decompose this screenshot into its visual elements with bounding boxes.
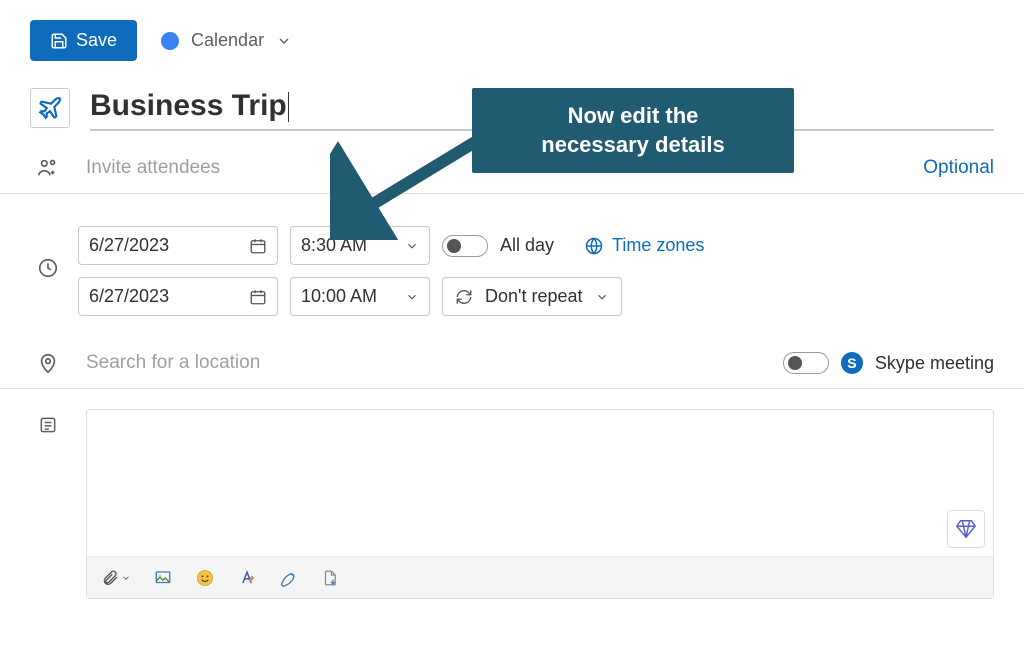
repeat-icon — [455, 288, 473, 306]
toggle-knob — [447, 239, 461, 253]
tutorial-callout: Now edit the necessary details — [472, 88, 794, 173]
skype-section: S Skype meeting — [783, 352, 994, 374]
datetime-section: 6/27/2023 8:30 AM All day Time zones 6/2… — [0, 212, 1024, 324]
chevron-down-icon — [595, 290, 609, 304]
start-date-input[interactable]: 6/27/2023 — [78, 226, 278, 265]
calendar-icon — [249, 237, 267, 255]
start-datetime-line: 6/27/2023 8:30 AM All day Time zones — [78, 226, 994, 265]
airplane-icon — [37, 95, 63, 121]
draw-button[interactable] — [279, 568, 299, 588]
paperclip-icon — [101, 569, 119, 587]
save-button[interactable]: Save — [30, 20, 137, 61]
toggle-knob — [788, 356, 802, 370]
event-title-text: Business Trip — [90, 89, 287, 122]
calendar-color-dot — [161, 32, 179, 50]
event-type-icon-button[interactable] — [30, 88, 70, 128]
font-color-button[interactable] — [237, 568, 257, 588]
end-time-value: 10:00 AM — [301, 286, 391, 307]
image-icon — [153, 569, 173, 587]
optional-button[interactable]: Optional — [923, 157, 994, 179]
calendar-picker[interactable]: Calendar — [161, 30, 292, 51]
clock-icon — [30, 257, 66, 279]
chevron-down-icon — [276, 33, 292, 49]
time-zones-button[interactable]: Time zones — [584, 235, 704, 256]
repeat-label: Don't repeat — [485, 286, 583, 307]
pen-icon — [279, 568, 299, 588]
globe-icon — [584, 236, 604, 256]
end-datetime-line: 6/27/2023 10:00 AM Don't repeat — [78, 277, 994, 316]
location-input[interactable]: Search for a location — [86, 352, 783, 374]
description-icon — [30, 409, 66, 435]
callout-line2: necessary details — [492, 131, 774, 160]
all-day-label: All day — [500, 235, 554, 256]
time-zones-label: Time zones — [612, 235, 704, 256]
skype-label: Skype meeting — [875, 353, 994, 374]
emoji-button[interactable] — [195, 568, 215, 588]
image-button[interactable] — [153, 569, 173, 587]
callout-line1: Now edit the — [492, 102, 774, 131]
end-time-input[interactable]: 10:00 AM — [290, 277, 430, 316]
tutorial-arrow — [330, 130, 490, 240]
location-row: Search for a location S Skype meeting — [0, 344, 1024, 389]
save-icon — [50, 32, 68, 50]
end-date-input[interactable]: 6/27/2023 — [78, 277, 278, 316]
text-cursor — [288, 92, 289, 122]
end-date-value: 6/27/2023 — [89, 286, 237, 307]
skype-toggle[interactable] — [783, 352, 829, 374]
repeat-input[interactable]: Don't repeat — [442, 277, 622, 316]
top-toolbar: Save Calendar — [0, 0, 1024, 77]
chevron-down-icon — [405, 239, 419, 253]
editor-toolbar — [87, 556, 993, 598]
body-editor[interactable] — [86, 409, 994, 599]
template-button[interactable] — [321, 568, 339, 588]
save-label: Save — [76, 30, 117, 51]
skype-icon: S — [841, 352, 863, 374]
chevron-down-icon — [121, 573, 131, 583]
calendar-icon — [249, 288, 267, 306]
diamond-button[interactable] — [947, 510, 985, 548]
location-icon — [30, 352, 66, 374]
attach-button[interactable] — [101, 569, 131, 587]
diamond-icon — [955, 518, 977, 540]
attendees-icon — [30, 157, 66, 179]
calendar-label: Calendar — [191, 30, 264, 51]
chevron-down-icon — [405, 290, 419, 304]
page-icon — [321, 568, 339, 588]
start-date-value: 6/27/2023 — [89, 235, 237, 256]
emoji-icon — [195, 568, 215, 588]
body-row — [0, 401, 1024, 607]
font-color-icon — [237, 568, 257, 588]
